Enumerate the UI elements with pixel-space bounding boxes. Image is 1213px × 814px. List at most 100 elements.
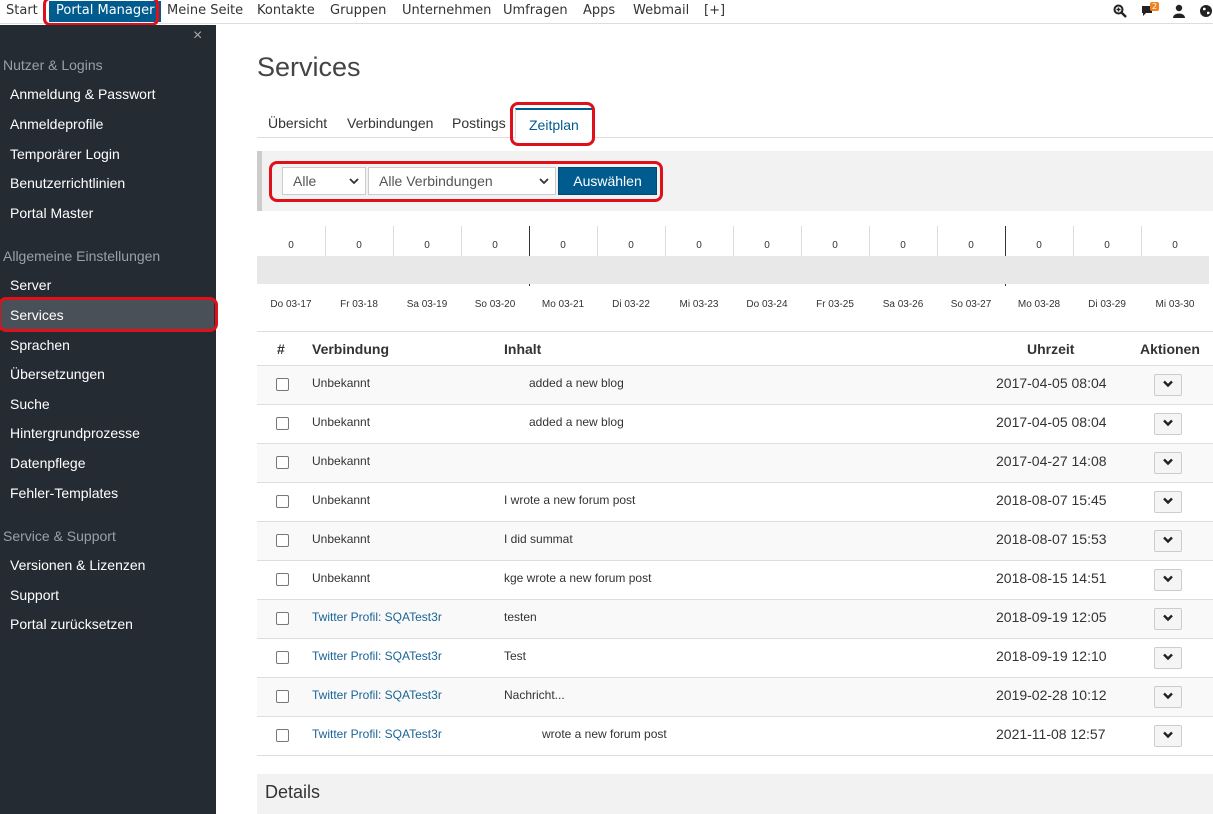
row-connection[interactable]: Twitter Profil: SQATest3r [312,688,442,702]
sidebar-item-anmeldung-passwort[interactable]: Anmeldung & Passwort [10,86,156,102]
sidebar-item-portal-master[interactable]: Portal Master [10,205,93,221]
row-actions-button[interactable] [1154,647,1182,669]
sidebar-close-icon[interactable]: × [193,27,202,45]
timeline-day-label: Di 03-29 [1088,299,1126,310]
sidebar-item-anmeldeprofile[interactable]: Anmeldeprofile [10,116,103,132]
details-section-title: Details [257,774,1213,814]
user-icon[interactable] [1172,4,1186,18]
row-checkbox[interactable] [276,573,289,586]
highlight-services [0,297,218,332]
chevron-down-icon [1163,731,1173,739]
nav-webmail[interactable]: Webmail [633,3,689,18]
row-actions-button[interactable] [1154,491,1182,513]
timeline-count: 0 [288,240,294,251]
col-header-inhalt[interactable]: Inhalt [504,341,541,357]
sidebar-item-sprachen[interactable]: Sprachen [10,337,70,353]
sidebar-item-portal-zuruecksetzen[interactable]: Portal zurücksetzen [10,616,133,632]
row-checkbox[interactable] [276,378,289,391]
row-checkbox[interactable] [276,612,289,625]
sidebar-section-title: Nutzer & Logins [3,57,103,73]
row-checkbox[interactable] [276,417,289,430]
row-actions-button[interactable] [1154,530,1182,552]
timeline-day-label: Mo 03-21 [541,299,585,310]
timeline-count: 0 [1172,240,1178,251]
col-header-verbindung[interactable]: Verbindung [312,341,389,357]
nav-unternehmen[interactable]: Unternehmen [402,3,491,18]
row-actions-button[interactable] [1154,686,1182,708]
timeline-count: 0 [900,240,906,251]
row-checkbox[interactable] [276,690,289,703]
sidebar-item-versionen-lizenzen[interactable]: Versionen & Lizenzen [10,557,145,573]
globe-icon[interactable] [1199,4,1213,18]
row-time: 2018-08-07 15:53 [996,531,1107,547]
timeline-day: 0 So 03-20 [461,226,529,316]
nav-umfragen[interactable]: Umfragen [503,3,568,18]
sidebar-item-temporaerer-login[interactable]: Temporärer Login [10,146,120,162]
chevron-down-icon [1163,614,1173,622]
timeline-count: 0 [832,240,838,251]
sidebar-item-support[interactable]: Support [10,587,59,603]
tab-verbindungen[interactable]: Verbindungen [347,115,433,131]
nav-meine-seite[interactable]: Meine Seite [167,3,243,18]
sidebar-item-benutzerrichtlinien[interactable]: Benutzerrichtlinien [10,175,125,191]
row-content: Test [504,649,527,663]
tab-postings[interactable]: Postings [452,115,506,131]
col-header-uhrzeit[interactable]: Uhrzeit [1027,341,1074,357]
row-actions-button[interactable] [1154,608,1182,630]
timeline-bar [1073,256,1141,284]
sidebar-item-server[interactable]: Server [10,277,51,293]
row-checkbox[interactable] [276,495,289,508]
nav-apps[interactable]: Apps [583,3,615,18]
sidebar-item-datenpflege[interactable]: Datenpflege [10,455,86,471]
row-time: 2017-04-05 08:04 [996,375,1107,391]
row-connection[interactable]: Twitter Profil: SQATest3r [312,727,442,741]
row-actions-button[interactable] [1154,374,1182,396]
row-time: 2018-08-15 14:51 [996,570,1107,586]
nav-start[interactable]: Start [6,3,38,18]
timeline-bar [733,256,801,284]
timeline-day-label: Fr 03-18 [340,299,378,310]
row-actions-button[interactable] [1154,452,1182,474]
timeline-day: 0 Do 03-17 [257,226,325,316]
sidebar-item-fehler-templates[interactable]: Fehler-Templates [10,485,118,501]
row-checkbox[interactable] [276,456,289,469]
row-time: 2017-04-27 14:08 [996,453,1107,469]
messages-badge: 2 [1150,2,1160,11]
sidebar-item-uebersetzungen[interactable]: Übersetzungen [10,366,105,382]
tab-uebersicht[interactable]: Übersicht [268,115,327,131]
timeline-bar [597,256,665,284]
row-checkbox[interactable] [276,651,289,664]
schedule-timeline: 0 Do 03-17 0 Fr 03-18 0 Sa 03-19 0 So 03-20 0 Mo … [257,226,1209,316]
sidebar-item-hintergrundprozesse[interactable]: Hintergrundprozesse [10,425,140,441]
timeline-day: 0 Mo 03-21 [529,226,597,316]
row-actions-button[interactable] [1154,725,1182,747]
timeline-count: 0 [424,240,430,251]
timeline-day: 0 Sa 03-26 [869,226,937,316]
row-connection[interactable]: Twitter Profil: SQATest3r [312,649,442,663]
nav-kontakte[interactable]: Kontakte [257,3,315,18]
col-header-aktionen: Aktionen [1140,341,1200,357]
row-checkbox[interactable] [276,729,289,742]
row-connection: Unbekannt [312,415,371,429]
timeline-day: 0 Di 03-22 [597,226,665,316]
chevron-down-icon [1163,653,1173,661]
search-zoom-icon[interactable] [1113,4,1127,18]
row-actions-button[interactable] [1154,413,1182,435]
row-content: wrote a new forum post [542,727,667,741]
row-connection[interactable]: Twitter Profil: SQATest3r [312,610,442,624]
row-time: 2018-09-19 12:10 [996,648,1107,664]
nav-add[interactable]: [+] [704,3,725,18]
timeline-day: 0 Do 03-24 [733,226,801,316]
schedule-table: # Verbindung Inhalt Uhrzeit Aktionen Unb… [257,331,1213,756]
timeline-bar [1141,256,1209,284]
timeline-day: 0 Sa 03-19 [393,226,461,316]
sidebar-item-suche[interactable]: Suche [10,396,50,412]
timeline-day-label: Sa 03-26 [882,299,924,310]
table-row: Unbekannt 2017-04-27 14:08 [257,444,1213,483]
timeline-day-label: Di 03-22 [612,299,650,310]
nav-gruppen[interactable]: Gruppen [330,3,386,18]
table-header: # Verbindung Inhalt Uhrzeit Aktionen [257,331,1213,366]
row-checkbox[interactable] [276,534,289,547]
row-actions-button[interactable] [1154,569,1182,591]
timeline-bar [529,256,597,284]
